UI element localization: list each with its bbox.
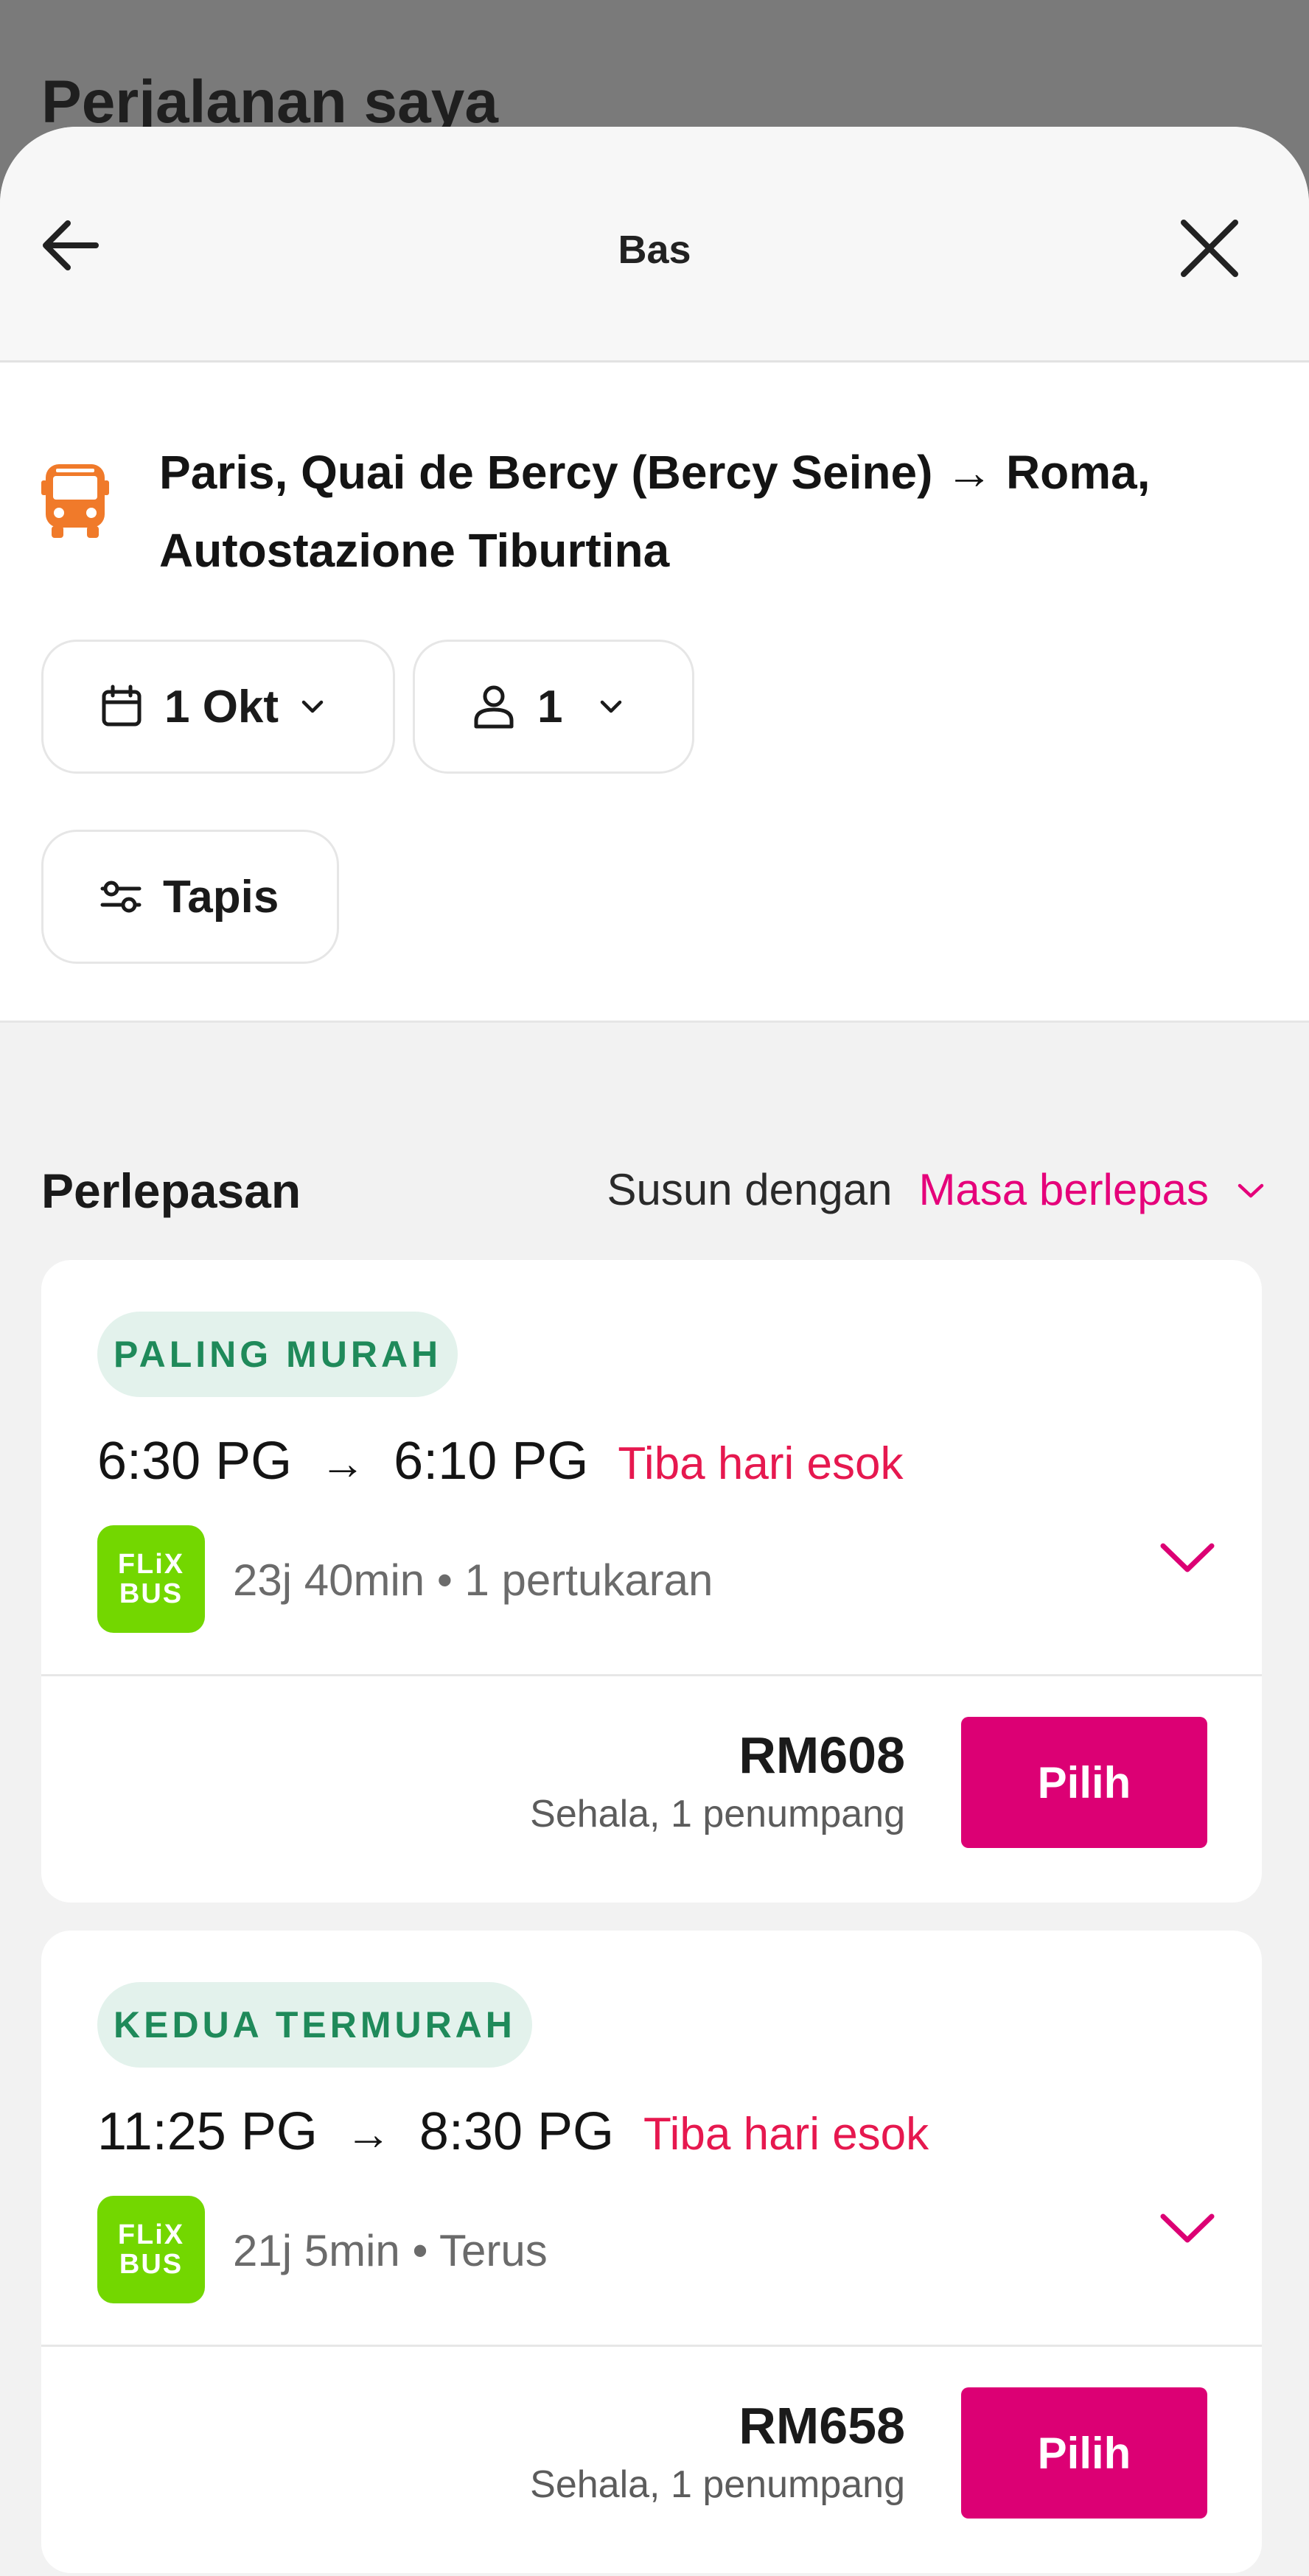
trip-duration: 23j 40min • 1 pertukaran — [233, 1555, 713, 1605]
logo-text-top: FLiX — [117, 1549, 185, 1580]
trip-price: RM608 — [739, 1726, 905, 1784]
divider — [41, 2345, 1262, 2347]
price-note: Sehala, 1 penumpang — [530, 2463, 905, 2506]
search-summary: Paris, Quai de Bercy (Bercy Seine) → Rom… — [0, 363, 1309, 1023]
departure-time: 11:25 PG — [97, 2102, 318, 2161]
flixbus-logo: FLiX BUS — [97, 2196, 205, 2303]
logo-text-bottom: BUS — [119, 1578, 184, 1609]
person-icon — [474, 685, 514, 729]
divider — [41, 1674, 1262, 1676]
trip-duration: 21j 5min • Terus — [233, 2226, 548, 2275]
flixbus-logo: FLiX BUS — [97, 1525, 205, 1633]
chevron-down-icon[interactable] — [1147, 2196, 1228, 2262]
select-button[interactable]: Pilih — [961, 2387, 1207, 2519]
chevron-down-icon — [301, 700, 324, 713]
passenger-count: 1 — [537, 681, 563, 732]
bus-icon — [41, 464, 109, 538]
chevron-down-icon — [601, 700, 622, 713]
sheet-title: Bas — [618, 228, 691, 272]
trip-times: 6:30 PG → 6:10 PG Tiba hari esok — [97, 1431, 903, 1491]
chevron-down-icon[interactable] — [1147, 1525, 1228, 1592]
price-badge: KEDUA TERMURAH — [97, 1982, 532, 2068]
sort-row: Perlepasan Susun dengan Masa berlepas — [41, 1163, 1268, 1229]
date-selector[interactable]: 1 Okt — [41, 640, 395, 774]
date-label: 1 Okt — [164, 681, 279, 732]
trip-card: KEDUA TERMURAH 11:25 PG → 8:30 PG Tiba h… — [41, 1931, 1262, 2573]
passenger-selector[interactable]: 1 — [413, 640, 694, 774]
logo-text-top: FLiX — [117, 2219, 185, 2250]
close-icon[interactable] — [1175, 214, 1244, 283]
trip-price: RM658 — [739, 2397, 905, 2454]
sheet-header: Bas — [0, 127, 1309, 363]
sort-dropdown[interactable]: Susun dengan Masa berlepas — [607, 1164, 1268, 1215]
logo-text-bottom: BUS — [119, 2249, 184, 2280]
route-title: Paris, Quai de Bercy (Bercy Seine) → Rom… — [159, 446, 1151, 577]
select-button[interactable]: Pilih — [961, 1717, 1207, 1848]
trip-times: 11:25 PG → 8:30 PG Tiba hari esok — [97, 2101, 929, 2162]
departure-time: 6:30 PG — [97, 1432, 293, 1491]
calendar-icon — [102, 685, 142, 727]
next-day-note: Tiba hari esok — [643, 2109, 929, 2160]
arrival-time: 6:10 PG — [394, 1432, 589, 1491]
trip-card: PALING MURAH 6:30 PG → 6:10 PG Tiba hari… — [41, 1260, 1262, 1903]
arrow-right-icon: → — [345, 2109, 391, 2160]
sliders-icon — [100, 881, 142, 913]
results-heading: Perlepasan — [41, 1163, 301, 1218]
arrow-right-icon: → — [320, 1438, 366, 1489]
next-day-note: Tiba hari esok — [618, 1438, 904, 1489]
chevron-down-icon — [1238, 1183, 1264, 1197]
arrival-time: 8:30 PG — [419, 2102, 615, 2161]
filter-label: Tapis — [163, 871, 279, 923]
price-note: Sehala, 1 penumpang — [530, 1793, 905, 1835]
sort-label: Susun dengan — [607, 1165, 893, 1214]
sort-value: Masa berlepas — [918, 1165, 1209, 1214]
bottom-sheet: Bas Paris, Quai de Bercy (Bercy Seine) →… — [0, 127, 1309, 2576]
filter-button[interactable]: Tapis — [41, 830, 339, 964]
price-badge: PALING MURAH — [97, 1312, 458, 1397]
